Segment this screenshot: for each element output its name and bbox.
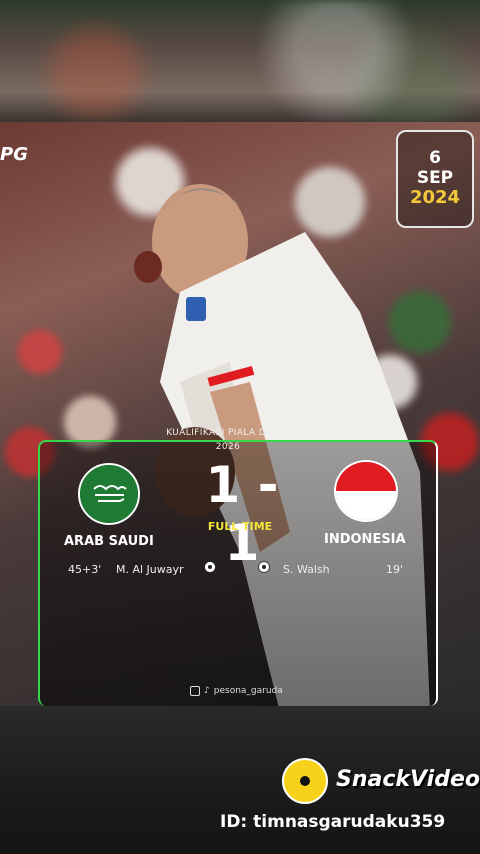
blurred-background-top [0,0,480,122]
away-goal-scorer: S. Walsh [283,563,330,576]
indonesia-flag-icon [334,460,398,522]
snackvideo-watermark: SnackVideo [336,767,480,792]
social-handle-text: pesona_garuda [213,686,283,696]
user-id-watermark: ID: timnasgarudaku359 [220,812,446,832]
soccer-ball-icon [258,561,270,573]
date-year: 2024 [409,187,461,209]
competition-title: KUALIFIKASI PIALA DUNIA 2026 [148,426,308,454]
date-month: SEP [416,167,454,188]
soccer-ball-icon [204,561,216,573]
instagram-icon [190,686,200,696]
home-goal-scorer: M. Al Juwayr [116,563,184,576]
brand-logo: PG [0,144,28,165]
social-handle: ♪ pesona_garuda [190,686,283,696]
snackvideo-logo-icon [282,758,328,804]
final-score: 1 - 1 [205,456,279,572]
home-team-name: ARAB SAUDI [64,534,154,549]
away-goal-time: 19' [386,563,404,576]
competition-line-1: KUALIFIKASI PIALA DUNIA [166,428,290,438]
match-date-badge: 6 SEP 2024 [396,130,474,228]
home-goal-time: 45+3' [68,563,102,576]
tiktok-icon: ♪ [204,686,210,696]
competition-line-2: 2026 [215,442,241,452]
saudi-arabia-crest-icon [78,463,140,525]
date-day: 6 [429,148,441,169]
away-team-name: INDONESIA [324,532,406,547]
match-status: FULL TIME [207,520,273,533]
